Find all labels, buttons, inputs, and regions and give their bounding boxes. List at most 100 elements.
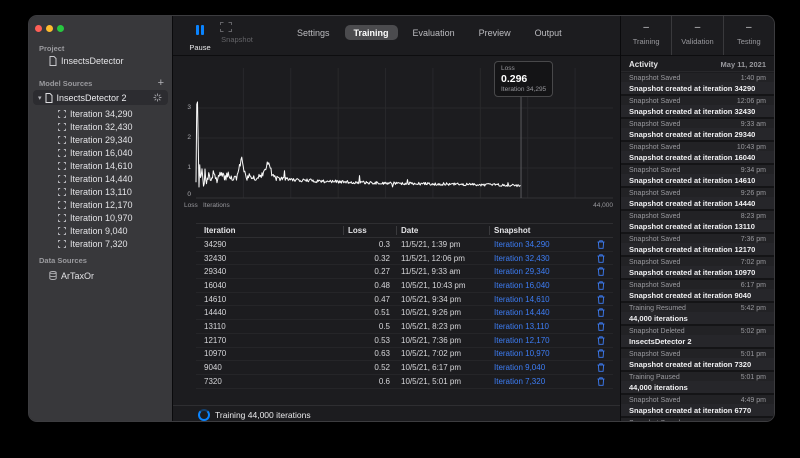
sidebar-item-iteration[interactable]: Iteration 7,320 — [29, 237, 172, 250]
metric-value: – — [621, 23, 671, 33]
activity-entry-time: 7:02 pm — [741, 259, 766, 266]
iteration-label: Iteration 14,610 — [70, 161, 133, 171]
col-iteration[interactable]: Iteration — [196, 226, 343, 235]
close-button[interactable] — [35, 25, 42, 32]
table-row[interactable]: 144400.5110/5/21, 9:26 pmIteration 14,44… — [196, 306, 613, 320]
minimize-button[interactable] — [46, 25, 53, 32]
activity-entry[interactable]: Snapshot Saved4:49 pmSnapshot created at… — [621, 395, 774, 416]
activity-entry[interactable]: Snapshot Saved8:23 pmSnapshot created at… — [621, 211, 774, 232]
chart-legend-loss[interactable]: Loss — [184, 202, 198, 209]
activity-entry[interactable]: Snapshot Saved9:34 pmSnapshot created at… — [621, 165, 774, 186]
table-row[interactable]: 324300.3211/5/21, 12:06 pmIteration 32,4… — [196, 252, 613, 266]
table-row[interactable]: 131100.510/5/21, 8:23 pmIteration 13,110 — [196, 320, 613, 334]
sidebar-item-model[interactable]: ▾ InsectsDetector 2 — [33, 90, 168, 105]
sidebar-item-project[interactable]: InsectsDetector — [29, 54, 172, 67]
snapshot-icon — [58, 175, 66, 183]
snapshot-link[interactable]: Iteration 16,040 — [494, 281, 550, 290]
data-sources-header: Data Sources — [39, 256, 164, 265]
sidebar-item-iteration[interactable]: Iteration 16,040 — [29, 146, 172, 159]
table-row[interactable]: 146100.4710/5/21, 9:34 pmIteration 14,61… — [196, 293, 613, 307]
tab-settings[interactable]: Settings — [288, 25, 339, 40]
snapshot-link[interactable]: Iteration 13,110 — [494, 322, 549, 331]
col-loss[interactable]: Loss — [343, 226, 396, 235]
table-row[interactable]: 90400.5210/5/21, 6:17 pmIteration 9,040 — [196, 361, 613, 375]
activity-entry-desc: Snapshot created at iteration 14610 — [621, 174, 774, 185]
snapshot-link[interactable]: Iteration 14,610 — [494, 295, 550, 304]
sidebar-item-data-source[interactable]: ArTaxOr — [29, 269, 172, 282]
col-date[interactable]: Date — [396, 226, 489, 235]
snapshot-link[interactable]: Iteration 7,320 — [494, 377, 545, 386]
activity-entry[interactable]: Snapshot Saved5:01 pmSnapshot created at… — [621, 349, 774, 370]
activity-entry[interactable]: Snapshot Saved7:36 pmSnapshot created at… — [621, 234, 774, 255]
tab-training[interactable]: Training — [345, 25, 398, 40]
trash-icon[interactable] — [597, 349, 605, 358]
activity-entry[interactable]: Training Paused5:01 pm44,000 iterations — [621, 372, 774, 393]
snapshot-link[interactable]: Iteration 9,040 — [494, 363, 545, 372]
table-row[interactable]: 73200.610/5/21, 5:01 pmIteration 7,320 — [196, 375, 613, 389]
activity-entry[interactable]: Snapshot Saved9:26 pmSnapshot created at… — [621, 188, 774, 209]
activity-entry[interactable]: Snapshot Saved9:33 amSnapshot created at… — [621, 119, 774, 140]
activity-entry[interactable]: Snapshot Saved — [621, 418, 774, 421]
data-source-name: ArTaxOr — [61, 271, 94, 281]
trash-icon[interactable] — [597, 295, 605, 304]
cell-iteration: 9040 — [196, 363, 343, 372]
activity-entry[interactable]: Snapshot Deleted5:02 pmInsectsDetector 2 — [621, 326, 774, 347]
metric-testing[interactable]: –Testing — [723, 16, 774, 55]
activity-entry[interactable]: Snapshot Saved12:06 pmSnapshot created a… — [621, 96, 774, 117]
sidebar-item-iteration[interactable]: Iteration 14,440 — [29, 172, 172, 185]
table-row[interactable]: 293400.2711/5/21, 9:33 amIteration 29,34… — [196, 265, 613, 279]
snapshot-link[interactable]: Iteration 29,340 — [494, 267, 550, 276]
pause-button[interactable]: Pause — [183, 22, 217, 52]
sidebar-item-iteration[interactable]: Iteration 9,040 — [29, 224, 172, 237]
metric-validation[interactable]: –Validation — [671, 16, 722, 55]
metric-label: Training — [621, 37, 671, 46]
chart-legend-iterations[interactable]: Iterations — [203, 202, 230, 209]
cell-loss: 0.47 — [343, 295, 396, 304]
activity-entry[interactable]: Snapshot Saved1:40 pmSnapshot created at… — [621, 73, 774, 94]
sidebar-item-iteration[interactable]: Iteration 34,290 — [29, 107, 172, 120]
activity-entry-desc: Snapshot created at iteration 7320 — [621, 358, 774, 369]
trash-icon[interactable] — [597, 336, 605, 345]
metric-training[interactable]: – Training — [621, 16, 671, 55]
add-model-source-button[interactable]: + — [158, 77, 164, 89]
table-row[interactable]: 121700.5310/5/21, 7:36 pmIteration 12,17… — [196, 334, 613, 348]
sidebar-item-iteration[interactable]: Iteration 14,610 — [29, 159, 172, 172]
activity-entry-time: 6:17 pm — [741, 282, 766, 289]
snapshot-link[interactable]: Iteration 10,970 — [494, 349, 550, 358]
trash-icon[interactable] — [597, 377, 605, 386]
activity-entry[interactable]: Snapshot Saved6:17 pmSnapshot created at… — [621, 280, 774, 301]
table-row[interactable]: 109700.6310/5/21, 7:02 pmIteration 10,97… — [196, 348, 613, 362]
col-snapshot[interactable]: Snapshot — [489, 226, 613, 235]
trash-icon[interactable] — [597, 308, 605, 317]
snapshot-link[interactable]: Iteration 34,290 — [494, 240, 550, 249]
sidebar-item-iteration[interactable]: Iteration 29,340 — [29, 133, 172, 146]
activity-list[interactable]: Snapshot Saved1:40 pmSnapshot created at… — [621, 73, 774, 421]
snapshot-link[interactable]: Iteration 12,170 — [494, 336, 550, 345]
sidebar-item-iteration[interactable]: Iteration 13,110 — [29, 185, 172, 198]
model-sources-header: Model Sources + — [39, 77, 164, 89]
table-row[interactable]: 160400.4810/5/21, 10:43 pmIteration 16,0… — [196, 279, 613, 293]
sidebar-item-iteration[interactable]: Iteration 10,970 — [29, 211, 172, 224]
activity-date: May 11, 2021 — [721, 60, 766, 69]
trash-icon[interactable] — [597, 267, 605, 276]
trash-icon[interactable] — [597, 281, 605, 290]
snapshot-link[interactable]: Iteration 32,430 — [494, 254, 550, 263]
tab-output[interactable]: Output — [526, 25, 571, 40]
zoom-button[interactable] — [57, 25, 64, 32]
sidebar-item-iteration[interactable]: Iteration 12,170 — [29, 198, 172, 211]
table-row[interactable]: 342900.311/5/21, 1:39 pmIteration 34,290 — [196, 238, 613, 252]
trash-icon[interactable] — [597, 254, 605, 263]
trash-icon[interactable] — [597, 363, 605, 372]
activity-entry[interactable]: Training Resumed5:42 pm44,000 iterations — [621, 303, 774, 324]
trash-icon[interactable] — [597, 322, 605, 331]
activity-entry[interactable]: Snapshot Saved7:02 pmSnapshot created at… — [621, 257, 774, 278]
sidebar-item-iteration[interactable]: Iteration 32,430 — [29, 120, 172, 133]
snapshot-link[interactable]: Iteration 14,440 — [494, 308, 550, 317]
chevron-down-icon[interactable]: ▾ — [38, 94, 42, 102]
table-header: Iteration Loss Date Snapshot — [196, 223, 613, 238]
trash-icon[interactable] — [597, 240, 605, 249]
tab-preview[interactable]: Preview — [470, 25, 520, 40]
tab-evaluation[interactable]: Evaluation — [404, 25, 464, 40]
loss-chart[interactable] — [173, 56, 622, 216]
activity-entry[interactable]: Snapshot Saved10:43 pmSnapshot created a… — [621, 142, 774, 163]
